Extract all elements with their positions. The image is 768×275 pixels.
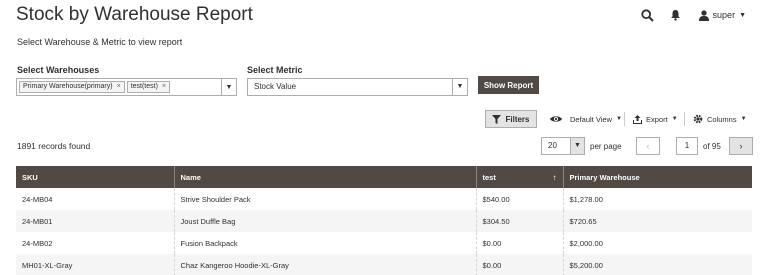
metric-value: Stock Value — [254, 82, 297, 91]
warehouse-tag-label: Primary Warehouse(primary) — [23, 83, 113, 90]
report-grid: SKU Name test ↑ Primary Warehouse 24-MB0… — [16, 166, 752, 275]
column-header-sku[interactable]: SKU — [16, 166, 175, 188]
cell-name: Joust Duffle Bag — [174, 210, 477, 232]
column-header-name[interactable]: Name — [174, 166, 477, 188]
total-pages: of 95 — [703, 142, 721, 151]
remove-tag-icon[interactable]: × — [117, 82, 121, 92]
chevron-down-icon[interactable]: ▼ — [452, 79, 467, 95]
cell-test: $0.00 — [476, 254, 564, 275]
user-name: super — [712, 10, 736, 20]
bell-icon[interactable] — [667, 6, 685, 24]
warehouses-label: Select Warehouses — [17, 65, 100, 75]
cell-name: Fusion Backpack — [174, 232, 477, 254]
search-icon[interactable] — [639, 6, 657, 24]
column-header-test[interactable]: test ↑ — [476, 166, 564, 188]
funnel-icon — [492, 114, 502, 124]
records-count: 1891 records found — [17, 141, 91, 151]
view-label: Default View — [570, 114, 612, 124]
chevron-down-icon: ▼ — [739, 11, 746, 19]
toolbar-divider — [624, 112, 625, 126]
chevron-left-icon: ‹ — [646, 141, 650, 151]
cell-sku: MH01-XL-Gray — [16, 254, 175, 275]
report-instructions: Select Warehouse & Metric to view report — [17, 37, 183, 47]
per-page-label: per page — [590, 142, 622, 151]
sort-arrow-icon: ↑ — [552, 172, 557, 182]
show-report-button[interactable]: Show Report — [478, 76, 539, 94]
cell-primary-warehouse: $1,278.00 — [563, 188, 752, 210]
cell-primary-warehouse: $720.65 — [563, 210, 752, 232]
toolbar-divider — [684, 112, 685, 126]
header-actions: super ▼ — [639, 6, 746, 24]
column-header-primary-warehouse[interactable]: Primary Warehouse — [563, 166, 752, 188]
metric-select[interactable]: Stock Value ▼ — [247, 78, 468, 96]
cell-test: $0.00 — [476, 232, 564, 254]
upload-icon — [633, 114, 642, 124]
cell-name: Chaz Kangeroo Hoodie-XL-Gray — [174, 254, 477, 275]
cell-sku: 24-MB04 — [16, 188, 175, 210]
eye-icon — [550, 115, 562, 123]
user-icon — [698, 9, 709, 21]
table-row[interactable]: 24-MB04 Strive Shoulder Pack $540.00 $1,… — [16, 188, 752, 210]
cell-sku: 24-MB02 — [16, 232, 175, 254]
table-row[interactable]: 24-MB01 Joust Duffle Bag $304.50 $720.65 — [16, 210, 752, 232]
cell-primary-warehouse: $5,200.00 — [563, 254, 752, 275]
gear-icon — [693, 114, 703, 124]
chevron-down-icon: ▼ — [615, 116, 622, 122]
cell-test: $540.00 — [476, 188, 564, 210]
remove-tag-icon[interactable]: × — [162, 82, 166, 92]
per-page-value: 20 — [548, 141, 557, 150]
cell-primary-warehouse: $2,000.00 — [563, 232, 752, 254]
per-page-select[interactable]: 20 ▼ — [541, 137, 585, 155]
chevron-down-icon: ▼ — [671, 116, 678, 122]
warehouses-multiselect[interactable]: Primary Warehouse(primary) × test(test) … — [16, 78, 237, 96]
export-dropdown[interactable]: Export ▼ — [633, 110, 678, 128]
filters-label: Filters — [505, 114, 530, 124]
previous-page-button[interactable]: ‹ — [636, 137, 660, 155]
default-view-dropdown[interactable]: Default View ▼ — [550, 110, 622, 128]
column-header-test-label: test — [482, 172, 496, 182]
table-row[interactable]: MH01-XL-Gray Chaz Kangeroo Hoodie-XL-Gra… — [16, 254, 752, 275]
warehouse-tag: Primary Warehouse(primary) × — [19, 81, 125, 93]
metric-label: Select Metric — [247, 65, 303, 75]
table-row[interactable]: 24-MB02 Fusion Backpack $0.00 $2,000.00 — [16, 232, 752, 254]
columns-label: Columns — [707, 114, 737, 124]
warehouse-tag: test(test) × — [126, 81, 171, 93]
chevron-down-icon: ▼ — [740, 116, 747, 122]
chevron-down-icon[interactable]: ▼ — [570, 138, 584, 154]
next-page-button[interactable]: › — [729, 137, 753, 155]
columns-dropdown[interactable]: Columns ▼ — [693, 110, 747, 128]
cell-test: $304.50 — [476, 210, 564, 232]
grid-header-row: SKU Name test ↑ Primary Warehouse — [16, 166, 752, 188]
cell-name: Strive Shoulder Pack — [174, 188, 477, 210]
user-menu[interactable]: super ▼ — [698, 9, 746, 21]
cell-sku: 24-MB01 — [16, 210, 175, 232]
page-title: Stock by Warehouse Report — [16, 4, 253, 25]
warehouse-tag-label: test(test) — [130, 83, 158, 90]
page-number-input[interactable]: 1 — [676, 137, 698, 155]
export-label: Export — [646, 114, 668, 124]
chevron-down-icon[interactable]: ▼ — [221, 79, 236, 95]
chevron-right-icon: › — [739, 141, 743, 151]
filters-button[interactable]: Filters — [485, 110, 537, 128]
